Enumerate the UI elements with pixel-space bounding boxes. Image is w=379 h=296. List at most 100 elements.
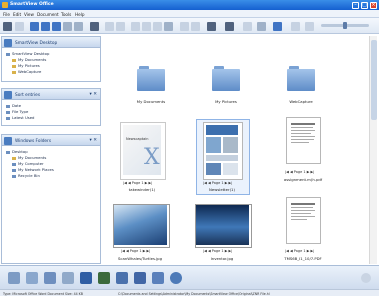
zoom-slider-knob[interactable] [343,22,347,29]
panel-title-sort: Sort entries [15,93,41,98]
undo-icon[interactable] [131,22,140,31]
minimize-button[interactable]: – [352,1,359,9]
image-editor-icon[interactable] [116,272,128,284]
app-icon [2,2,8,8]
fax-icon[interactable] [74,22,83,31]
sort-item-latest-used[interactable]: Latest Used [6,115,34,120]
excel-icon[interactable] [98,272,110,284]
menu-tools[interactable]: Tools [61,12,71,17]
menu-view[interactable]: View [24,12,34,17]
menu-file[interactable]: File [3,12,10,17]
toolbar [0,18,379,34]
printer-icon[interactable] [44,272,56,284]
latest-used-icon [6,116,10,120]
folder-icon [12,58,16,62]
tree-item-my-documents[interactable]: My Documents [12,57,46,62]
menu-help[interactable]: Help [75,12,85,17]
sort-item-date[interactable]: Date [6,103,21,108]
print-icon[interactable] [63,22,72,31]
save-icon[interactable] [52,22,61,31]
file-thumb-takewinder[interactable]: X Newscaptain [120,122,166,180]
scan-icon[interactable] [30,22,39,31]
search-icon[interactable] [257,22,266,31]
filter-icon[interactable] [305,22,314,31]
file-type-icon [6,110,10,114]
status-file-path: C:\Documents and Settings\Administrator\… [118,291,270,296]
collapse-icon[interactable]: ▾ ✕ [90,138,97,143]
file-label-inventor: Inventor.jpg [210,256,234,261]
rotate-right-icon[interactable] [116,22,125,31]
pdf-icon[interactable] [134,272,146,284]
panel-title-desktop: SmartView Desktop [15,41,58,46]
panel-header-desktop[interactable]: SmartView Desktop [1,36,101,48]
page-navigator[interactable]: |◀ ◀ Page 1 ▶ ▶| [123,181,152,185]
menu-bar: File Edit View Document Tools Help [0,10,379,18]
sort-icon[interactable] [291,22,300,31]
vertical-scrollbar[interactable] [369,36,377,264]
fax-send-icon[interactable] [26,272,38,284]
thumbnails-icon[interactable] [207,22,216,31]
file-thumb-newsletter[interactable] [203,122,243,180]
page-navigator[interactable]: |◀ ◀ Page 1 ▶ ▶| [203,249,232,253]
folder-tree-desktop[interactable]: Desktop [6,149,28,154]
page-navigator[interactable]: |◀ ◀ Page 1 ▶ ▶| [285,249,314,253]
rotate-left-icon[interactable] [105,22,114,31]
more-apps-icon[interactable] [361,273,371,283]
sort-item-file-type[interactable]: File Type [6,109,28,114]
properties-icon[interactable] [180,22,189,31]
file-thumb-assignment[interactable] [286,117,321,164]
folder-my-pictures[interactable] [212,66,240,91]
panel-header-folders[interactable]: Windows Folders ▾ ✕ [1,134,101,146]
open-icon[interactable] [41,22,50,31]
file-thumb-scanwhales[interactable] [113,204,170,248]
folder-my-documents[interactable] [137,66,165,91]
folder-tree-network-places[interactable]: My Network Places [12,167,54,172]
page-navigator[interactable]: |◀ ◀ Page 1 ▶ ▶| [121,249,150,253]
tree-item-webcapture[interactable]: WebCapture [12,69,41,74]
menu-edit[interactable]: Edit [13,12,21,17]
page-navigator[interactable]: |◀ ◀ Page 1 ▶ ▶| [285,170,314,174]
maximize-button[interactable]: □ [361,1,368,9]
zoom-slider[interactable] [321,22,369,29]
cut-icon[interactable] [142,22,151,31]
folder-tree-recycle-bin[interactable]: Recycle Bin [12,173,40,178]
send-icon[interactable] [273,22,282,31]
file-label-tms6b: TMS6B_I1_10/7.PDF [284,256,322,261]
desktop-icon [6,52,10,56]
scanner-icon[interactable] [62,272,74,284]
status-bar: Type: Microsoft Office Word Document Siz… [0,289,379,296]
bottom-toolbar [0,265,379,289]
close-button[interactable]: × [370,1,377,9]
delete-icon[interactable] [164,22,173,31]
annotate-icon[interactable] [191,22,200,31]
title-bar: SmartView Office – □ × [0,0,379,10]
folder-label-my-documents: My Documents [136,99,166,104]
file-label-scanwhales: ScanWhales/Turtles.jpg [117,256,163,261]
file-thumb-tms6b[interactable] [286,197,321,244]
page-navigator[interactable]: |◀ ◀ Page 1 ▶ ▶| [203,181,232,185]
refresh-icon[interactable] [243,22,252,31]
window-title: SmartView Office [10,2,54,7]
file-label-takewinder: takewinder(1) [128,187,156,192]
panel-header-sort[interactable]: Sort entries ▾ ✕ [1,88,101,100]
details-view-icon[interactable] [225,22,234,31]
folder-tree-my-documents[interactable]: My Documents [12,155,46,160]
photo-icon[interactable] [152,272,164,284]
folder-label-my-pictures: My Pictures [215,99,237,104]
back-icon[interactable] [3,22,12,31]
scrollbar-thumb[interactable] [371,40,377,120]
web-icon[interactable] [170,272,182,284]
forward-icon[interactable] [15,22,24,31]
mail-icon[interactable] [8,272,20,284]
copy-to-icon[interactable] [90,22,99,31]
status-file-info: Type: Microsoft Office Word Document Siz… [3,291,83,296]
file-thumb-inventor[interactable] [195,204,252,248]
tree-item-smartview-desktop[interactable]: SmartView Desktop [6,51,49,56]
word-icon[interactable] [80,272,92,284]
collapse-icon[interactable]: ▾ ✕ [90,92,97,97]
folder-webcapture[interactable] [287,66,315,91]
copy-icon[interactable] [153,22,162,31]
tree-item-my-pictures[interactable]: My Pictures [12,63,40,68]
folder-tree-my-computer[interactable]: My Computer [12,161,44,166]
menu-document[interactable]: Document [37,12,59,17]
